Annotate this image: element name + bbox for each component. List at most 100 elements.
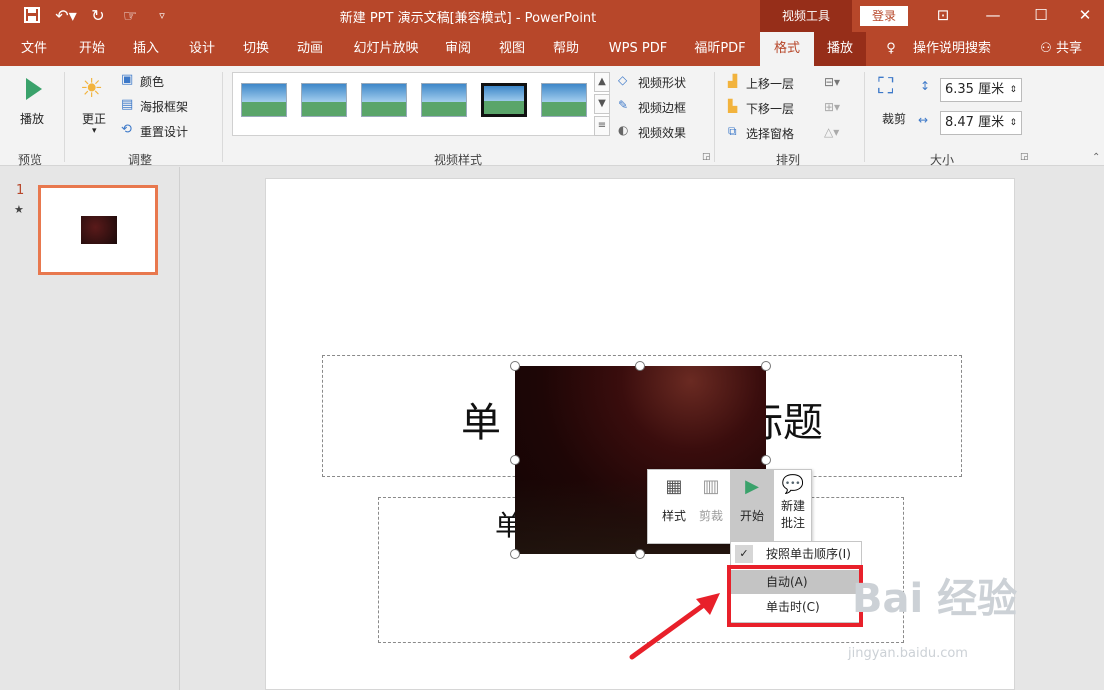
video-shape-icon: ◇ bbox=[618, 73, 628, 87]
resize-handle[interactable] bbox=[510, 549, 520, 559]
trim-button[interactable]: ▥ 剪裁 bbox=[694, 470, 728, 544]
ribbon-display-icon[interactable]: ⊡ bbox=[920, 0, 966, 32]
spinner-icon[interactable]: ⇕ bbox=[1009, 79, 1017, 101]
send-backward-button[interactable]: 下移一层 bbox=[746, 100, 794, 117]
video-style-thumb[interactable] bbox=[481, 83, 527, 117]
tab-foxit-pdf[interactable]: 福昕PDF bbox=[684, 32, 756, 66]
ribbon: 播放 预览 ☀ 更正 ▾ ▣ 颜色 ▤ 海报框架 ⟲ 重置设计 调整 ▲ ▼ ≡… bbox=[0, 66, 1104, 167]
tab-help[interactable]: 帮助 bbox=[544, 32, 588, 66]
slide-thumbnail-pane: 1 ★ bbox=[0, 167, 180, 690]
title-text-left: 单 bbox=[461, 400, 501, 446]
close-icon[interactable]: ✕ bbox=[1062, 0, 1104, 32]
resize-handle[interactable] bbox=[635, 549, 645, 559]
title-bar: ↶▾ ↻ ☞ ▿ 新建 PPT 演示文稿[兼容模式] - PowerPoint … bbox=[0, 0, 1104, 32]
color-button[interactable]: 颜色 bbox=[140, 73, 164, 90]
collapse-ribbon-icon[interactable]: ⌃ bbox=[1092, 152, 1100, 163]
play-button[interactable]: 播放 bbox=[20, 110, 44, 127]
video-style-thumb[interactable] bbox=[241, 83, 287, 117]
crop-button[interactable]: 裁剪 bbox=[882, 110, 906, 127]
width-icon: ↔ bbox=[918, 113, 929, 127]
video-style-thumb[interactable] bbox=[361, 83, 407, 117]
tab-view[interactable]: 视图 bbox=[490, 32, 534, 66]
resize-handle[interactable] bbox=[510, 361, 520, 371]
dialog-launcher-icon[interactable]: ◲ bbox=[702, 152, 711, 162]
bring-forward-icon: ▟ bbox=[728, 74, 738, 88]
send-backward-icon: ▙ bbox=[728, 99, 738, 113]
new-comment-button[interactable]: 💬 新建 批注 bbox=[774, 470, 812, 544]
gallery-scroll-up-icon[interactable]: ▲ bbox=[594, 72, 610, 92]
group-preview-label: 预览 bbox=[18, 153, 43, 167]
video-border-button[interactable]: 视频边框 bbox=[638, 99, 686, 116]
poster-frame-icon: ▤ bbox=[121, 97, 134, 112]
reset-design-button[interactable]: 重置设计 bbox=[140, 123, 188, 140]
rotate-icon[interactable]: △▾ bbox=[824, 125, 839, 139]
mini-toolbar: ▦ 样式 ▥ 剪裁 ▶ 开始 💬 新建 批注 bbox=[647, 469, 812, 544]
divider bbox=[222, 72, 223, 162]
video-style-thumb[interactable] bbox=[541, 83, 587, 117]
slide-thumbnail[interactable] bbox=[38, 185, 158, 275]
group-objects-icon[interactable]: ⊞▾ bbox=[824, 100, 840, 114]
width-field[interactable]: 8.47 厘米 ⇕ bbox=[940, 111, 1022, 135]
group-video-styles-label: 视频样式 bbox=[434, 153, 483, 167]
dialog-launcher-icon[interactable]: ◲ bbox=[1020, 152, 1029, 162]
gallery-more-icon[interactable]: ≡ bbox=[594, 116, 610, 136]
tab-format[interactable]: 格式 bbox=[760, 32, 814, 66]
resize-handle[interactable] bbox=[510, 455, 520, 465]
tell-me-search[interactable]: 操作说明搜索 bbox=[904, 32, 1000, 66]
trim-icon: ▥ bbox=[702, 476, 720, 497]
video-style-thumb[interactable] bbox=[301, 83, 347, 117]
align-icon[interactable]: ⊟▾ bbox=[824, 75, 840, 89]
start-button[interactable]: ▶ 开始 bbox=[730, 470, 774, 544]
color-icon: ▣ bbox=[121, 72, 134, 87]
height-field[interactable]: 6.35 厘米 ⇕ bbox=[940, 78, 1022, 102]
trim-label: 剪裁 bbox=[698, 509, 723, 523]
bring-forward-button[interactable]: 上移一层 bbox=[746, 75, 794, 92]
new-comment-icon: 💬 bbox=[781, 474, 805, 495]
tab-design[interactable]: 设计 bbox=[180, 32, 224, 66]
poster-frame-button[interactable]: 海报框架 bbox=[140, 98, 188, 115]
divider bbox=[864, 72, 865, 162]
group-size-label: 大小 bbox=[930, 153, 955, 167]
tab-slideshow[interactable]: 幻灯片放映 bbox=[346, 32, 426, 66]
menu-item-on-click-sequence[interactable]: ✓ 按照单击顺序(I) bbox=[731, 542, 861, 566]
new-comment-label: 批注 bbox=[780, 516, 805, 530]
tab-animations[interactable]: 动画 bbox=[288, 32, 332, 66]
gallery-scroll-down-icon[interactable]: ▼ bbox=[594, 94, 610, 114]
context-tools-label: 视频工具 bbox=[760, 0, 852, 32]
minimize-icon[interactable]: — bbox=[970, 0, 1016, 32]
menu-item-label: 按照单击顺序(I) bbox=[766, 547, 851, 561]
divider bbox=[64, 72, 65, 162]
sun-icon[interactable]: ☀ bbox=[80, 74, 103, 104]
correct-button[interactable]: 更正 bbox=[82, 110, 106, 127]
maximize-icon[interactable]: ☐ bbox=[1018, 0, 1064, 32]
chevron-down-icon: ▾ bbox=[92, 126, 97, 136]
width-value[interactable]: 8.47 厘米 bbox=[945, 115, 1004, 130]
tab-playback[interactable]: 播放 bbox=[814, 32, 866, 66]
tab-home[interactable]: 开始 bbox=[70, 32, 114, 66]
tab-wps-pdf[interactable]: WPS PDF bbox=[600, 32, 676, 66]
spinner-icon[interactable]: ⇕ bbox=[1009, 112, 1017, 134]
highlight-box bbox=[727, 565, 863, 627]
height-value[interactable]: 6.35 厘米 bbox=[945, 82, 1004, 97]
style-button[interactable]: ▦ 样式 bbox=[654, 470, 694, 544]
tab-review[interactable]: 审阅 bbox=[436, 32, 480, 66]
resize-handle[interactable] bbox=[761, 361, 771, 371]
resize-handle[interactable] bbox=[635, 361, 645, 371]
video-thumbnail bbox=[81, 216, 117, 244]
video-style-thumb[interactable] bbox=[421, 83, 467, 117]
video-effects-button[interactable]: 视频效果 bbox=[638, 124, 686, 141]
reset-design-icon: ⟲ bbox=[121, 122, 132, 137]
resize-handle[interactable] bbox=[761, 455, 771, 465]
crop-icon[interactable]: ⛶ bbox=[878, 74, 893, 99]
watermark-url: jingyan.baidu.com bbox=[848, 646, 968, 661]
checkmark-icon: ✓ bbox=[735, 545, 753, 563]
tab-transitions[interactable]: 切换 bbox=[234, 32, 278, 66]
play-icon[interactable] bbox=[24, 76, 44, 105]
height-icon: ↕ bbox=[920, 79, 931, 93]
tab-insert[interactable]: 插入 bbox=[124, 32, 168, 66]
login-button[interactable]: 登录 bbox=[860, 6, 908, 26]
share-button[interactable]: 共享 bbox=[1056, 32, 1096, 66]
video-shape-button[interactable]: 视频形状 bbox=[638, 74, 686, 91]
selection-pane-button[interactable]: 选择窗格 bbox=[746, 125, 794, 142]
tab-file[interactable]: 文件 bbox=[12, 32, 56, 66]
